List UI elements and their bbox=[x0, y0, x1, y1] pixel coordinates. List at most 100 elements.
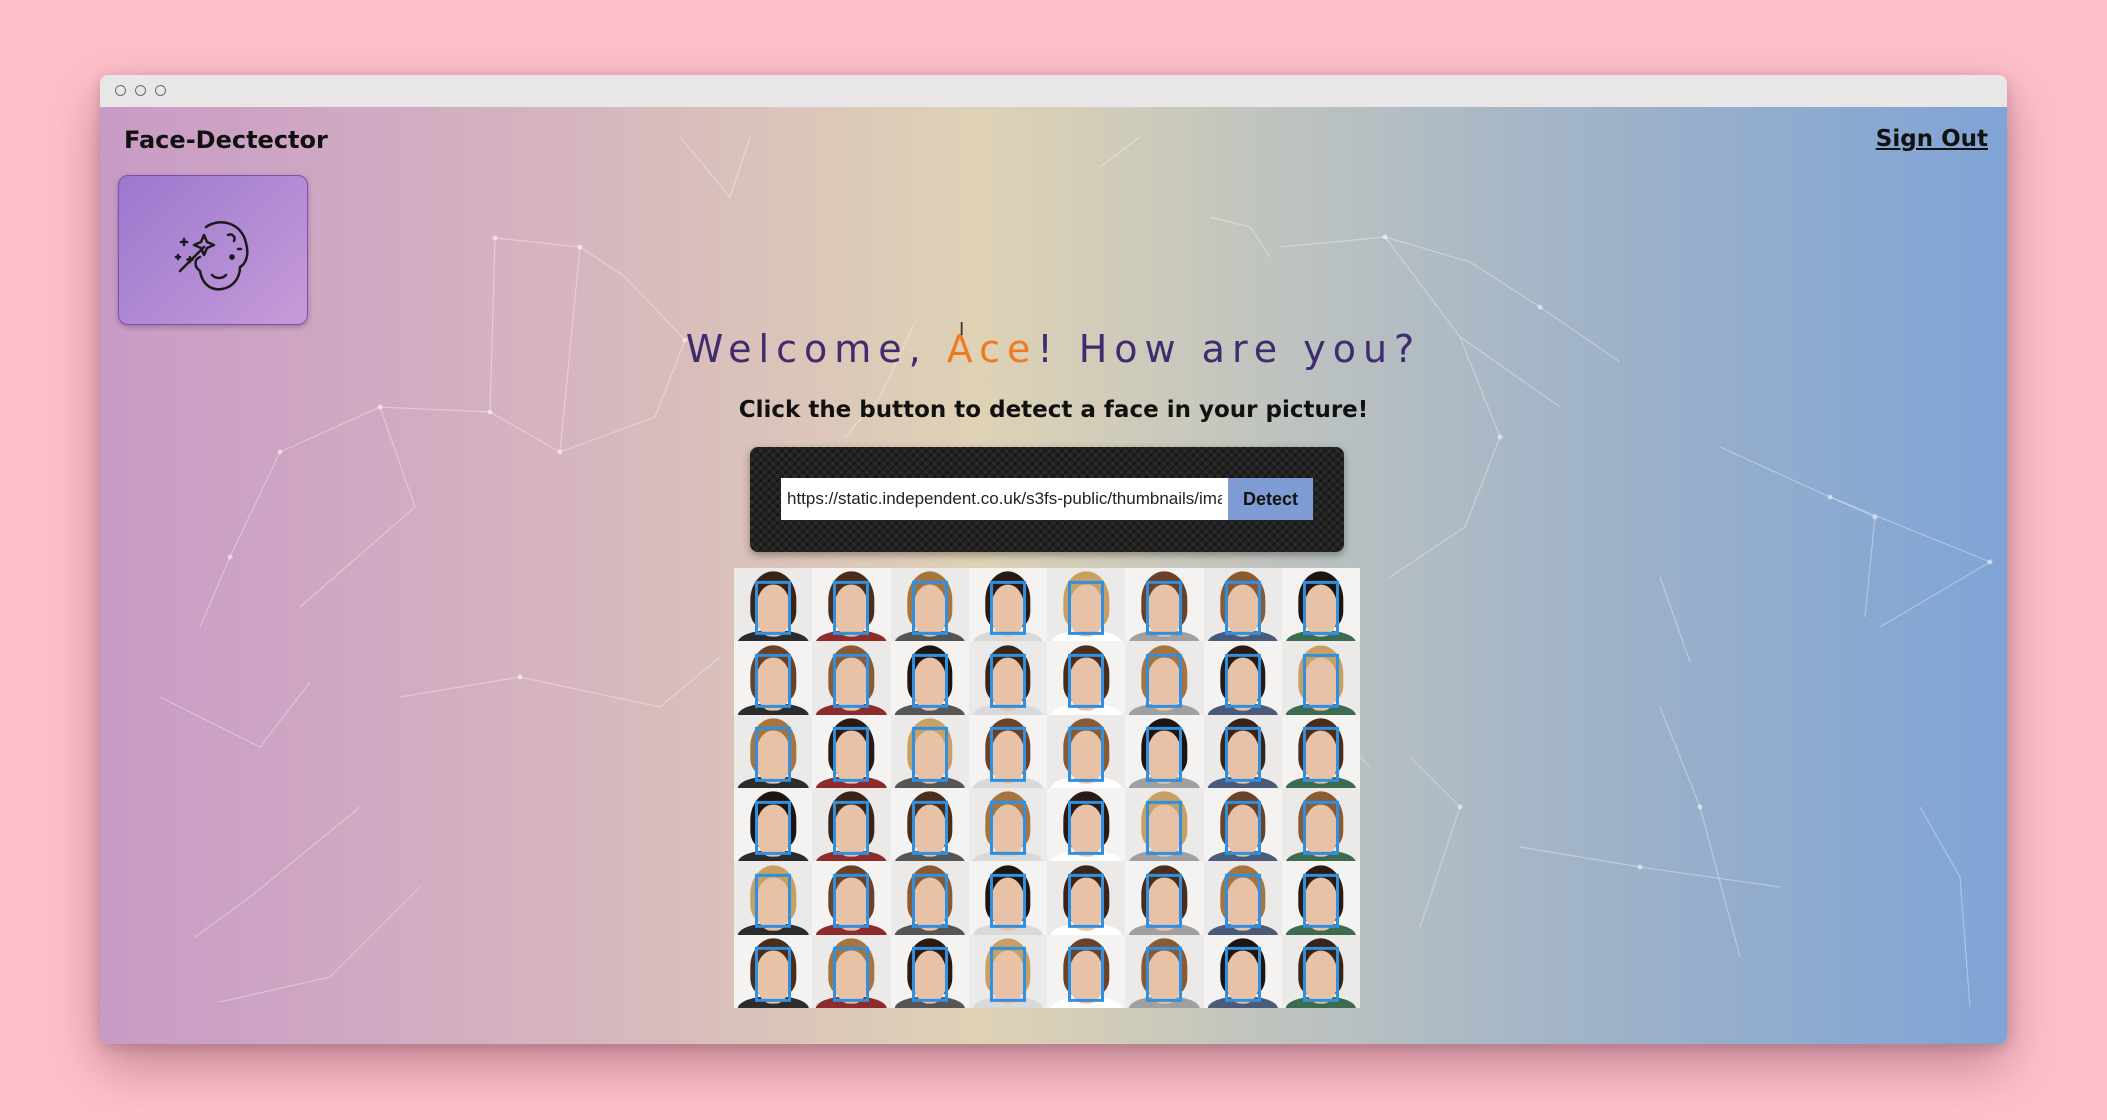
text-cursor-icon: I bbox=[959, 319, 965, 340]
face-bounding-box bbox=[989, 800, 1026, 855]
brand-name: Face-Dectector bbox=[124, 126, 328, 154]
face-bounding-box bbox=[1224, 947, 1261, 1002]
face-bounding-box bbox=[989, 873, 1026, 929]
face-bounding-box bbox=[1146, 580, 1183, 635]
face-photo bbox=[812, 714, 891, 788]
detect-button[interactable]: Detect bbox=[1228, 478, 1313, 520]
face-photo bbox=[1125, 641, 1204, 715]
maximize-dot-icon[interactable] bbox=[155, 85, 166, 96]
detected-faces-image bbox=[734, 568, 1360, 1008]
face-bounding-box bbox=[1224, 653, 1261, 709]
face-bounding-box bbox=[1068, 947, 1105, 1002]
face-bounding-box bbox=[755, 580, 792, 635]
face-bounding-box bbox=[1146, 653, 1183, 709]
face-photo bbox=[1047, 861, 1126, 935]
face-photo bbox=[812, 788, 891, 862]
face-bounding-box bbox=[755, 800, 792, 855]
face-bounding-box bbox=[1068, 580, 1105, 635]
face-photo bbox=[1203, 934, 1282, 1008]
face-photo bbox=[968, 714, 1047, 788]
face-bounding-box bbox=[911, 800, 948, 855]
face-magic-wand-icon bbox=[174, 221, 249, 291]
face-bounding-box bbox=[911, 947, 948, 1002]
face-photo bbox=[1203, 788, 1282, 862]
sign-out-link[interactable]: Sign Out bbox=[1876, 126, 1988, 152]
face-photo bbox=[968, 641, 1047, 715]
face-photo bbox=[1281, 861, 1360, 935]
face-bounding-box bbox=[1068, 800, 1105, 855]
minimize-dot-icon[interactable] bbox=[135, 85, 146, 96]
browser-window: Face-Dectector Sign Out Welcome, Ace! Ho… bbox=[100, 75, 2007, 1044]
face-bounding-box bbox=[833, 727, 870, 782]
face-bounding-box bbox=[911, 873, 948, 929]
face-bounding-box bbox=[833, 580, 870, 635]
face-photo bbox=[1281, 934, 1360, 1008]
welcome-suffix: ! How are you? bbox=[1037, 327, 1422, 371]
face-photo bbox=[1203, 861, 1282, 935]
face-bounding-box bbox=[1302, 653, 1339, 709]
face-photo bbox=[812, 861, 891, 935]
face-bounding-box bbox=[755, 727, 792, 782]
face-bounding-box bbox=[1224, 873, 1261, 929]
face-photo bbox=[890, 788, 969, 862]
face-photo bbox=[968, 861, 1047, 935]
close-dot-icon[interactable] bbox=[115, 85, 126, 96]
face-photo bbox=[1047, 568, 1126, 642]
face-bounding-box bbox=[755, 947, 792, 1002]
face-bounding-box bbox=[1068, 653, 1105, 709]
window-titlebar bbox=[100, 75, 2007, 108]
face-photo bbox=[890, 568, 969, 642]
face-photo bbox=[890, 934, 969, 1008]
face-photo bbox=[1203, 568, 1282, 642]
logo-card[interactable] bbox=[118, 175, 308, 325]
face-photo bbox=[734, 788, 813, 862]
app-content: Face-Dectector Sign Out Welcome, Ace! Ho… bbox=[100, 107, 2007, 1044]
face-photo bbox=[890, 861, 969, 935]
face-bounding-box bbox=[911, 727, 948, 782]
face-photo bbox=[968, 568, 1047, 642]
image-url-form: Detect bbox=[750, 447, 1344, 552]
face-photo bbox=[812, 641, 891, 715]
face-photo bbox=[1047, 788, 1126, 862]
face-bounding-box bbox=[989, 580, 1026, 635]
face-bounding-box bbox=[1224, 580, 1261, 635]
face-bounding-box bbox=[1146, 873, 1183, 929]
face-photo bbox=[968, 788, 1047, 862]
face-bounding-box bbox=[1224, 800, 1261, 855]
face-photo bbox=[1281, 641, 1360, 715]
face-photo bbox=[1281, 568, 1360, 642]
face-photo bbox=[1125, 934, 1204, 1008]
face-bounding-box bbox=[1302, 873, 1339, 929]
face-photo bbox=[1125, 788, 1204, 862]
face-photo bbox=[890, 641, 969, 715]
face-photo bbox=[1203, 714, 1282, 788]
face-bounding-box bbox=[911, 580, 948, 635]
face-photo bbox=[1203, 641, 1282, 715]
face-photo bbox=[812, 934, 891, 1008]
face-photo bbox=[734, 861, 813, 935]
face-photo bbox=[734, 568, 813, 642]
instructions-text: Click the button to detect a face in you… bbox=[738, 397, 1369, 423]
face-bounding-box bbox=[1302, 727, 1339, 782]
face-photo bbox=[1047, 714, 1126, 788]
face-bounding-box bbox=[989, 653, 1026, 709]
face-bounding-box bbox=[1302, 800, 1339, 855]
face-bounding-box bbox=[1146, 947, 1183, 1002]
face-bounding-box bbox=[1068, 727, 1105, 782]
face-bounding-box bbox=[1146, 800, 1183, 855]
face-photo bbox=[1047, 934, 1126, 1008]
face-photo bbox=[1125, 861, 1204, 935]
face-bounding-box bbox=[1302, 947, 1339, 1002]
face-bounding-box bbox=[1224, 727, 1261, 782]
welcome-prefix: Welcome, bbox=[685, 327, 947, 371]
face-photo bbox=[1125, 568, 1204, 642]
image-url-input[interactable] bbox=[781, 478, 1228, 520]
face-photo bbox=[968, 934, 1047, 1008]
face-photo bbox=[890, 714, 969, 788]
welcome-heading: Welcome, Ace! How are you? bbox=[100, 327, 2007, 371]
face-photo bbox=[812, 568, 891, 642]
face-bounding-box bbox=[833, 800, 870, 855]
face-bounding-box bbox=[911, 653, 948, 709]
face-bounding-box bbox=[1068, 873, 1105, 929]
face-bounding-box bbox=[989, 947, 1026, 1002]
